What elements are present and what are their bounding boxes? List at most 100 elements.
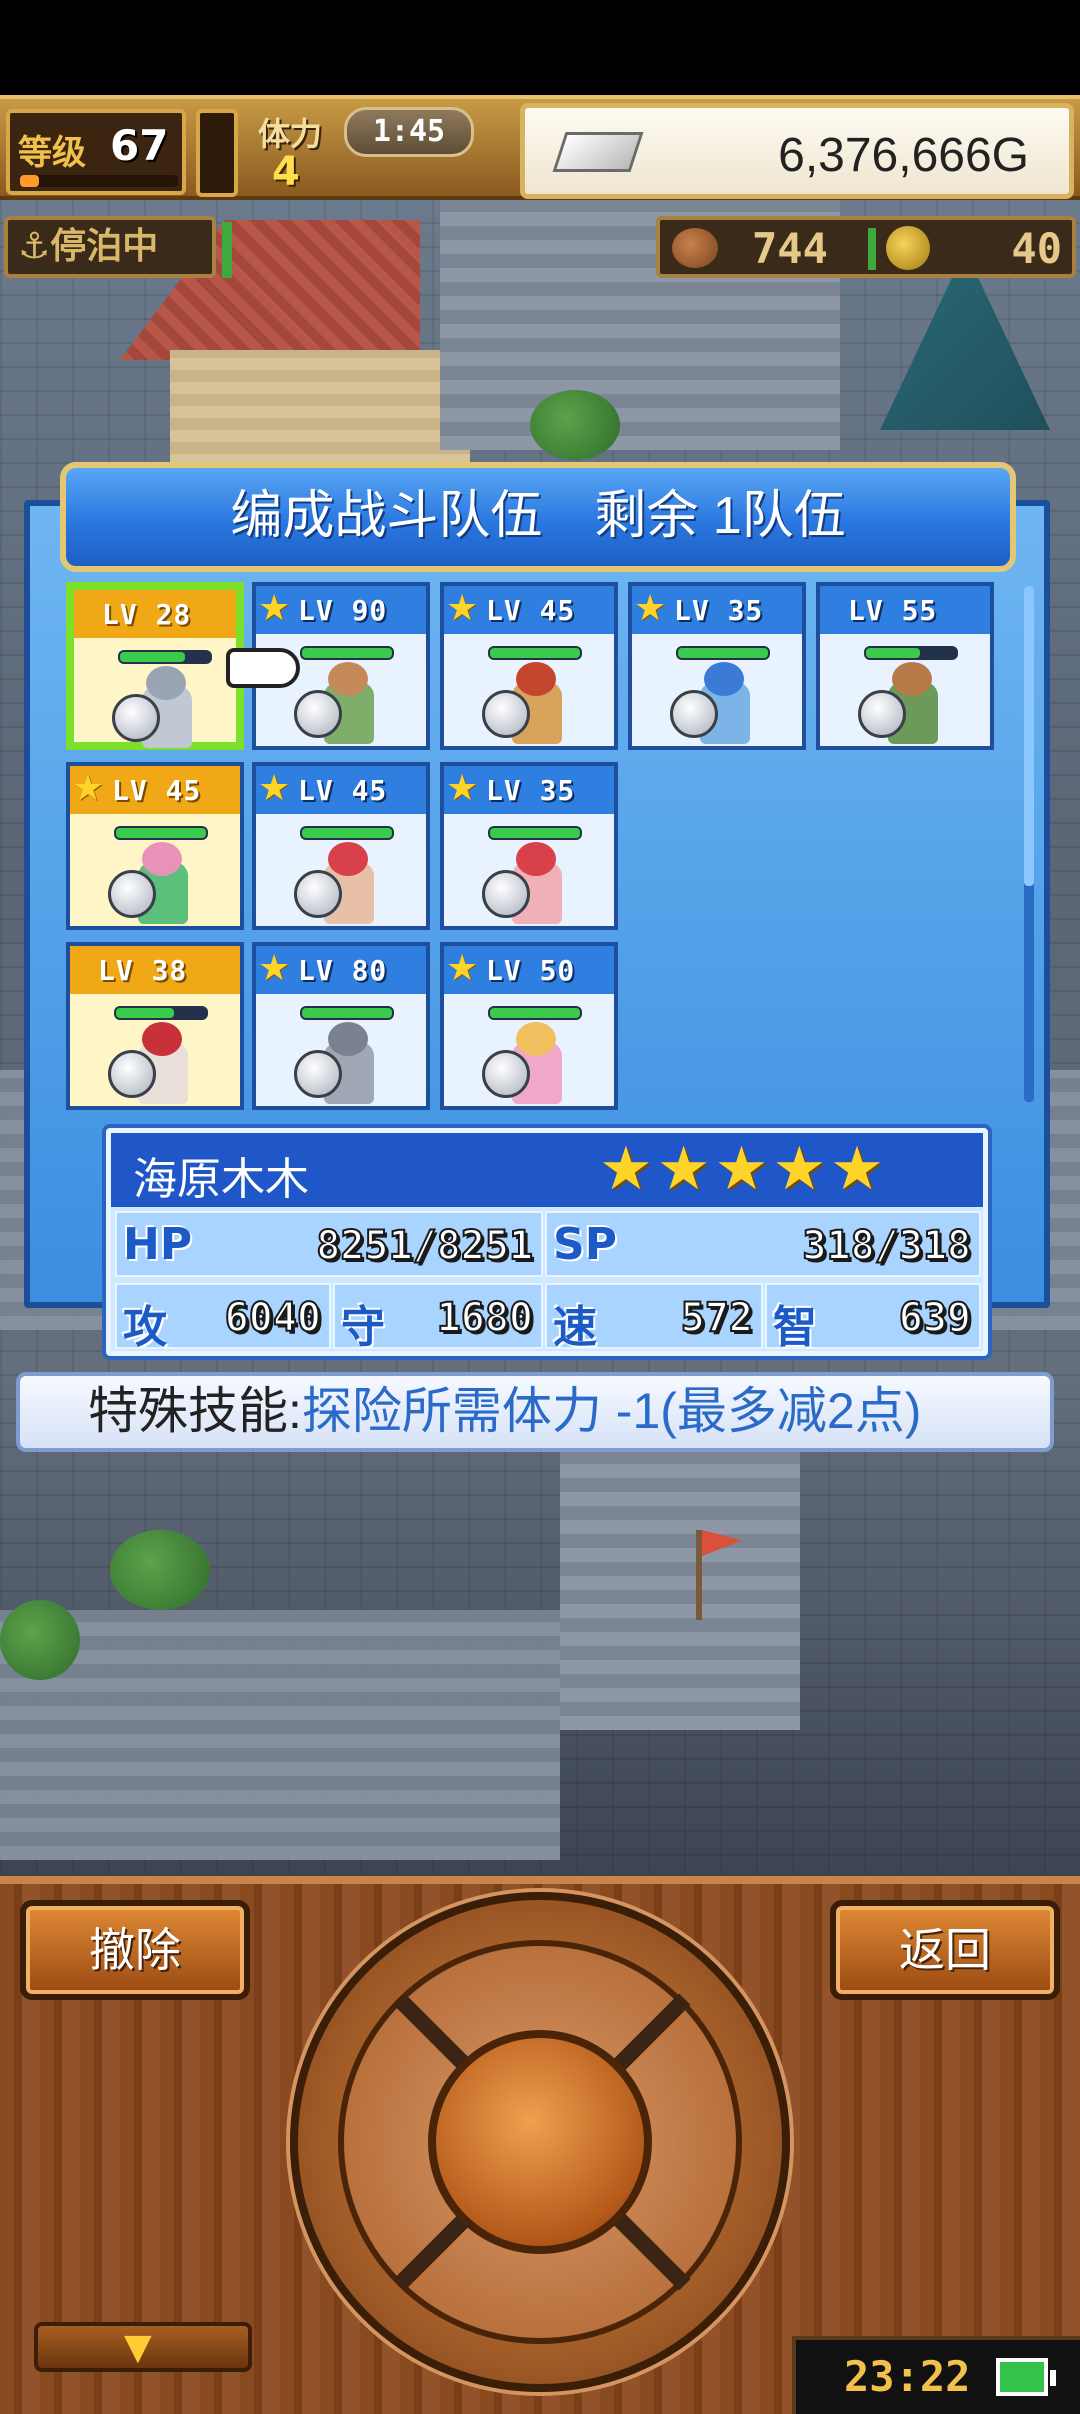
lower-wall [0, 1610, 560, 1860]
shield-icon [858, 690, 906, 738]
party-member-slot[interactable]: ★ LV 45 [440, 582, 618, 750]
member-sprite [112, 666, 212, 750]
member-sprite [108, 842, 208, 926]
flag [696, 1530, 702, 1620]
moor-status[interactable]: ⚓停泊中 [4, 216, 216, 278]
special-skill-label: 特殊技能: [88, 1383, 302, 1439]
sprite-head [142, 1022, 182, 1056]
gold-display: 6,376,666G [520, 103, 1074, 199]
attack-stat: 攻 6040 [115, 1283, 331, 1353]
tree [110, 1530, 210, 1610]
star-icon: ★ [258, 588, 291, 629]
moor-indicator [222, 222, 232, 278]
meat-amount: 744 [752, 224, 828, 273]
member-hp-fill [302, 648, 392, 658]
remove-button[interactable]: 撤除 [20, 1900, 250, 2000]
character-rank-stars: ★★★★★ [599, 1134, 888, 1204]
member-hp-bar [114, 1006, 208, 1020]
sprite-head [142, 842, 182, 876]
member-level: LV 90 [298, 594, 388, 627]
member-level: LV 35 [674, 594, 764, 627]
member-level: LV 35 [486, 774, 576, 807]
member-hp-bar [300, 646, 394, 660]
member-hp-fill [490, 828, 580, 838]
party-member-slot[interactable]: ★ LV 45 [252, 762, 430, 930]
party-member-slot[interactable]: LV 38 [66, 942, 244, 1110]
party-scrollbar[interactable] [1024, 586, 1034, 1102]
special-skill-banner: 特殊技能:探险所需体力 -1(最多减2点) [16, 1372, 1054, 1452]
player-level-box: 等级 67 [6, 109, 186, 195]
member-hp-fill [678, 648, 768, 658]
party-member-slot[interactable]: ★ LV 35 [440, 762, 618, 930]
top-hud: 等级 67 体力 4 1:45 6,376,666G [0, 95, 1080, 200]
scroll-down-button[interactable]: ▼ [34, 2322, 252, 2372]
dpad[interactable] [290, 1892, 790, 2392]
shield-icon [294, 1050, 342, 1098]
down-arrow-icon: ▼ [124, 2327, 152, 2368]
sprite-head [146, 666, 186, 700]
level-progress-fill [20, 175, 39, 187]
shield-icon [482, 870, 530, 918]
shield-icon [294, 870, 342, 918]
shield-icon [108, 1050, 156, 1098]
sprite-head [328, 662, 368, 696]
speed-value: 572 [680, 1294, 754, 1342]
member-hp-fill [302, 828, 392, 838]
member-hp-fill [490, 648, 580, 658]
defense-label: 守 [341, 1302, 385, 1353]
dialog-title: 编成战斗队伍 剩余 1队伍 [60, 462, 1016, 572]
member-hp-bar [488, 646, 582, 660]
special-skill-text: 探险所需体力 -1(最多减2点) [301, 1383, 922, 1439]
status-clock: 23:22 [792, 2336, 1080, 2414]
character-name: 海原木木 [133, 1155, 309, 1204]
party-member-slot[interactable]: ★ LV 50 [440, 942, 618, 1110]
member-level: LV 28 [102, 598, 192, 631]
attack-label: 攻 [123, 1302, 167, 1353]
sp-label: SP [553, 1219, 617, 1270]
stamina-gauge [196, 109, 238, 197]
meat-icon [672, 228, 718, 268]
dpad-center-button[interactable] [428, 2030, 652, 2254]
member-level: LV 45 [486, 594, 576, 627]
party-member-slot[interactable]: LV 28 [66, 582, 244, 750]
medal-amount: 40 [1011, 224, 1062, 273]
sp-value: 318/318 [801, 1222, 972, 1270]
tree [0, 1600, 80, 1680]
sprite-head [704, 662, 744, 696]
hp-label: HP [123, 1219, 193, 1270]
castle-tower [560, 1430, 800, 1730]
intelligence-stat: 智 639 [765, 1283, 981, 1353]
star-icon: ★ [446, 588, 479, 629]
member-level: LV 55 [848, 594, 938, 627]
member-hp-bar [488, 826, 582, 840]
sprite-head [328, 1022, 368, 1056]
stat-row-attributes: 攻 6040 守 1680 速 572 智 639 [115, 1283, 983, 1353]
sp-stat: SP 318/318 [545, 1211, 981, 1277]
player-level: 67 [110, 121, 169, 170]
back-button[interactable]: 返回 [830, 1900, 1060, 2000]
defense-stat: 守 1680 [333, 1283, 543, 1353]
medal-icon [886, 226, 930, 270]
silver-bar-icon [552, 132, 644, 172]
member-sprite [294, 1022, 394, 1106]
shield-icon [482, 1050, 530, 1098]
tree [530, 390, 620, 460]
party-member-slot[interactable]: ★ LV 80 [252, 942, 430, 1110]
sprite-head [328, 842, 368, 876]
stat-row-hp-sp: HP 8251/8251 SP 318/318 [115, 1211, 983, 1277]
scrollbar-thumb[interactable] [1024, 586, 1034, 886]
star-icon: ★ [446, 948, 479, 989]
member-hp-fill [302, 1008, 392, 1018]
member-sprite [670, 662, 770, 746]
star-icon: ★ [72, 768, 105, 809]
party-member-slot[interactable]: ★ LV 45 [66, 762, 244, 930]
member-hp-bar [114, 826, 208, 840]
speed-label: 速 [553, 1302, 597, 1353]
hp-stat: HP 8251/8251 [115, 1211, 543, 1277]
member-hp-bar [300, 1006, 394, 1020]
member-hp-bar [488, 1006, 582, 1020]
party-member-slot[interactable]: LV 55 [816, 582, 994, 750]
member-hp-fill [866, 648, 920, 658]
star-icon: ★ [446, 768, 479, 809]
party-member-slot[interactable]: ★ LV 35 [628, 582, 806, 750]
